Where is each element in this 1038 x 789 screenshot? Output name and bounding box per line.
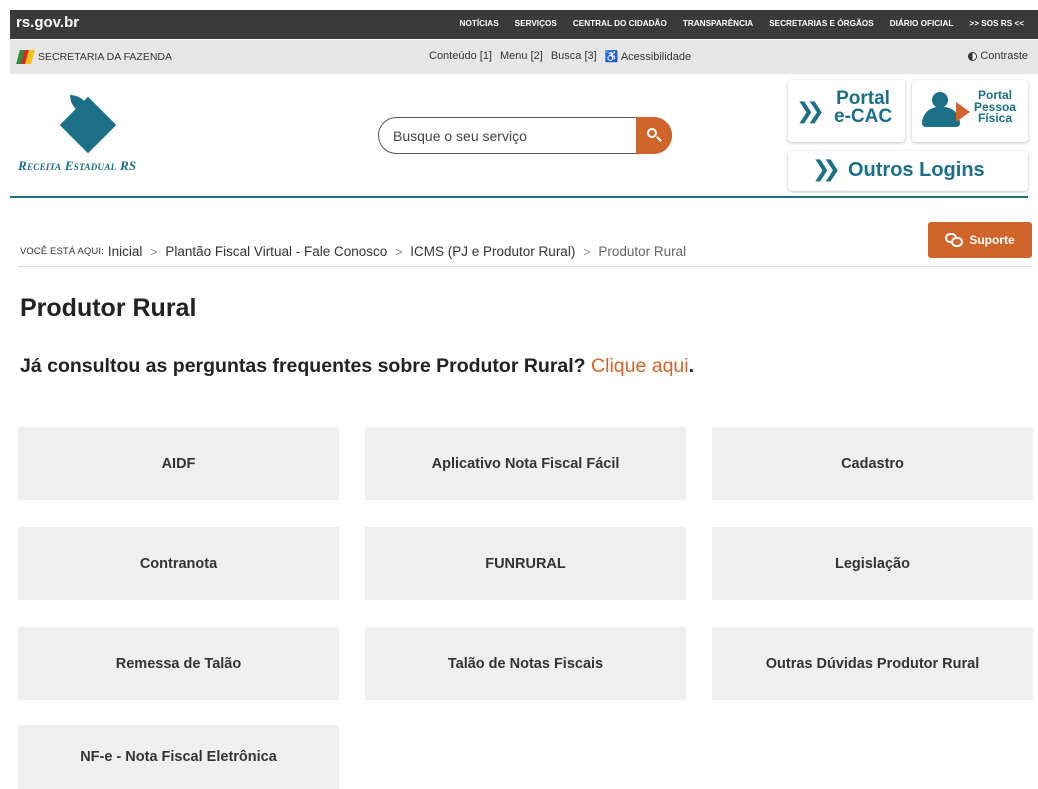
accessibility-shortcuts: Conteúdo [1] Menu [2] Busca [3] ♿ Acessi… [429,50,691,63]
breadcrumb-item-plantao-fiscal[interactable]: Plantão Fiscal Virtual - Fale Conosco [165,244,387,259]
nav-transparencia[interactable]: TRANSPARÊNCIA [675,19,761,28]
tile-remessa-de-talao[interactable]: Remessa de Talão [18,627,339,700]
rs-flag-icon [16,50,35,64]
tile-nfe[interactable]: NF-e - Nota Fiscal Eletrônica [18,725,339,789]
double-chevron-icon: ❯❯ [796,99,825,124]
nav-servicos[interactable]: SERVIÇOS [507,19,565,28]
breadcrumb: VOCÊ ESTÁ AQUI: Inicial > Plantão Fiscal… [20,244,686,259]
nav-sos-rs[interactable]: >> SOS RS << [961,19,1032,28]
breadcrumb-item-inicial[interactable]: Inicial [108,244,143,259]
shortcut-menu[interactable]: Menu [2] [500,50,543,63]
portal-pessoa-fisica-button[interactable]: Portal Pessoa Física [912,80,1028,142]
tile-legislacao[interactable]: Legislação [712,527,1033,600]
faq-text: Já consultou as perguntas frequentes sob… [20,355,586,377]
tile-talao-de-notas-fiscais[interactable]: Talão de Notas Fiscais [365,627,686,700]
arrow-icon [956,102,970,122]
nav-diario-oficial[interactable]: DIÁRIO OFICIAL [882,19,962,28]
header-divider [10,196,1028,198]
portal-ecac-line2: e-CAC [834,106,893,127]
breadcrumb-prefix: VOCÊ ESTÁ AQUI: [20,246,104,257]
search-box [378,117,672,154]
portal-pf-line3: Física [978,111,1013,125]
search-button[interactable] [636,117,672,154]
nav-noticias[interactable]: NOTÍCIAS [452,19,507,28]
chat-icon [945,233,964,247]
gov-top-nav: NOTÍCIAS SERVIÇOS CENTRAL DO CIDADÃO TRA… [452,19,1032,28]
contrast-icon [968,51,978,61]
breadcrumb-current: Produtor Rural [598,244,687,259]
tile-cadastro[interactable]: Cadastro [712,427,1033,500]
outros-logins-button[interactable]: ❯❯ Outros Logins [788,151,1028,191]
tile-outras-duvidas[interactable]: Outras Dúvidas Produtor Rural [712,627,1033,700]
person-icon [932,92,948,108]
tile-aidf[interactable]: AIDF [18,427,339,500]
outros-logins-label: Outros Logins [848,159,985,181]
suporte-label: Suporte [969,233,1015,247]
portal-ecac-button[interactable]: ❯❯ Portal e-CAC [788,80,905,142]
tile-funrural[interactable]: FUNRURAL [365,527,686,600]
breadcrumb-separator: > [583,244,591,259]
receita-logo[interactable]: Receita Estadual RS [18,95,178,185]
contrast-toggle[interactable]: Contraste [968,50,1028,62]
faq-prompt: Já consultou as perguntas frequentes sob… [20,355,694,378]
breadcrumb-item-icms[interactable]: ICMS (PJ e Produtor Rural) [410,244,575,259]
logo-text: Receita Estadual RS [18,158,137,173]
nav-central-cidadao[interactable]: CENTRAL DO CIDADÃO [565,19,675,28]
secretaria-label: SECRETARIA DA FAZENDA [38,51,173,63]
breadcrumb-separator: > [395,244,403,259]
tile-aplicativo-nota-fiscal-facil[interactable]: Aplicativo Nota Fiscal Fácil [365,427,686,500]
secretaria-link[interactable]: SECRETARIA DA FAZENDA [16,50,173,64]
faq-period: . [688,355,695,377]
tile-contranota[interactable]: Contranota [18,527,339,600]
logo-diamond-icon [59,96,117,154]
contrast-label: Contraste [980,50,1028,62]
secondary-bar: SECRETARIA DA FAZENDA Conteúdo [1] Menu … [10,40,1038,74]
breadcrumb-divider [18,266,1032,267]
nav-secretarias-orgaos[interactable]: SECRETARIAS E ÓRGÃOS [761,19,881,28]
shortcut-acessibilidade[interactable]: ♿ Acessibilidade [605,50,691,63]
suporte-button[interactable]: Suporte [928,222,1032,258]
faq-link[interactable]: Clique aqui [591,355,689,377]
shortcut-busca[interactable]: Busca [3] [551,50,597,63]
gov-brand-link[interactable]: rs.gov.br [16,14,79,31]
breadcrumb-separator: > [150,244,158,259]
double-chevron-icon: ❯❯ [812,157,841,182]
gov-topbar: rs.gov.br NOTÍCIAS SERVIÇOS CENTRAL DO C… [10,10,1038,39]
page-title: Produtor Rural [20,294,197,322]
search-input[interactable] [393,126,633,146]
shortcut-conteudo[interactable]: Conteúdo [1] [429,50,492,63]
